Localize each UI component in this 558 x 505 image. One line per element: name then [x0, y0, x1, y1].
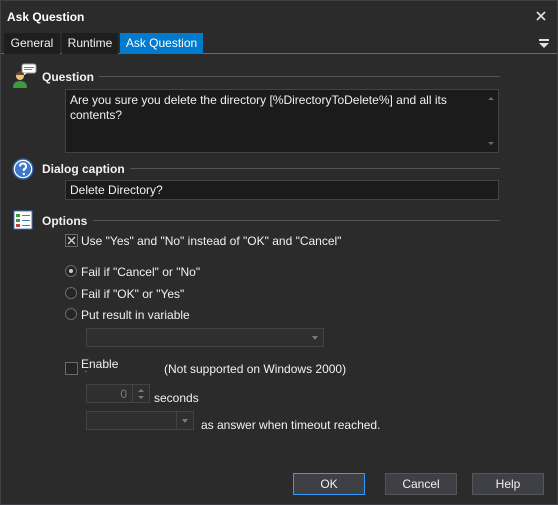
timeout-seconds-stepper[interactable]: 0 [86, 384, 150, 403]
timeout-answer-select[interactable] [86, 411, 194, 430]
put-result-variable-radio[interactable] [65, 308, 77, 320]
scroll-up-icon [488, 97, 494, 100]
dropdown-arrow-icon [182, 419, 188, 423]
help-button[interactable]: Help [472, 473, 544, 495]
enable-timeout-label: Enable timeout [81, 358, 120, 372]
spin-down-icon[interactable] [133, 394, 149, 402]
options-divider [93, 220, 500, 221]
dialog-caption-input[interactable]: Delete Directory? [65, 180, 499, 200]
timeout-seconds-value: 0 [120, 387, 127, 401]
timeout-note: (Not supported on Windows 2000) [164, 362, 347, 376]
close-button[interactable] [529, 5, 553, 27]
checkmark-icon [67, 236, 76, 245]
tab-runtime[interactable]: Runtime [62, 33, 118, 54]
cancel-button[interactable]: Cancel [385, 473, 457, 495]
question-scrollbar[interactable] [484, 90, 498, 152]
seconds-label: seconds [154, 391, 199, 405]
question-divider [99, 76, 500, 77]
ok-button[interactable]: OK [293, 473, 365, 495]
result-variable-select[interactable] [86, 328, 324, 347]
caption-heading: Dialog caption [42, 162, 125, 176]
timeout-answer-label: as answer when timeout reached. [201, 418, 381, 432]
tab-bar: General Runtime Ask Question [1, 31, 557, 54]
window-title: Ask Question [7, 10, 85, 24]
help-question-icon [12, 158, 34, 180]
tab-ask-question[interactable]: Ask Question [120, 33, 203, 54]
tab-menu-button[interactable] [537, 36, 551, 50]
question-textarea[interactable]: Are you sure you delete the directory [%… [65, 89, 499, 153]
close-icon [536, 11, 546, 21]
tab-general[interactable]: General [4, 33, 60, 54]
options-checklist-icon [13, 210, 35, 232]
use-yes-no-checkbox[interactable] [65, 234, 78, 247]
select-divider [176, 412, 177, 429]
question-heading: Question [42, 70, 95, 84]
spin-up-icon[interactable] [133, 386, 149, 394]
menu-dropdown-icon [539, 39, 549, 48]
caption-divider [130, 168, 500, 169]
options-heading: Options [42, 214, 88, 228]
fail-cancel-no-label: Fail if "Cancel" or "No" [81, 265, 201, 279]
ask-question-dialog: Ask Question General Runtime Ask Questio… [0, 0, 558, 505]
fail-ok-yes-radio[interactable] [65, 287, 77, 299]
put-result-variable-label: Put result in variable [81, 308, 190, 322]
enable-timeout-checkbox[interactable] [65, 362, 78, 375]
title-bar: Ask Question [1, 1, 557, 31]
fail-ok-yes-label: Fail if "OK" or "Yes" [81, 287, 185, 301]
dropdown-arrow-icon [312, 336, 318, 340]
use-yes-no-label: Use "Yes" and "No" instead of "OK" and "… [81, 234, 342, 248]
fail-cancel-no-radio[interactable] [65, 265, 77, 277]
scroll-down-icon [488, 142, 494, 145]
question-text: Are you sure you delete the directory [%… [70, 93, 447, 122]
question-person-icon [12, 63, 37, 88]
